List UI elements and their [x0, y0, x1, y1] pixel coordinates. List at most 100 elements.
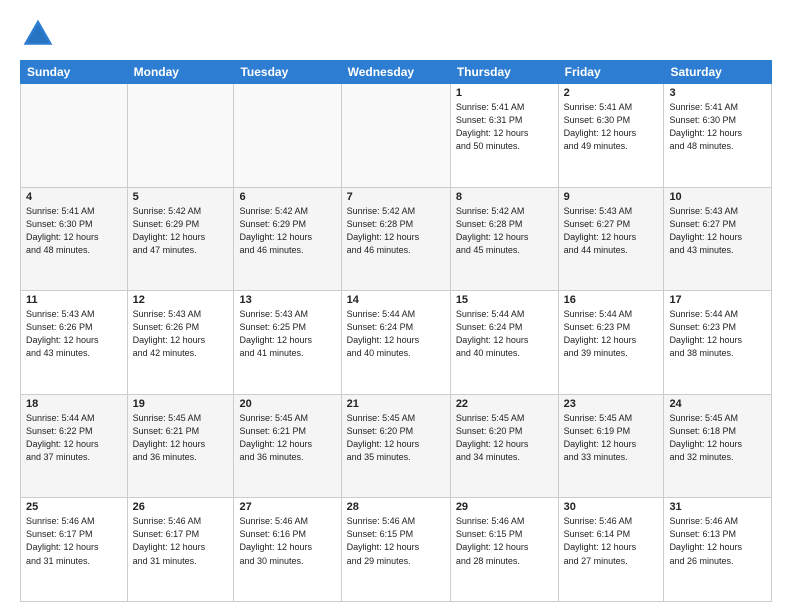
day-number: 2	[564, 87, 659, 99]
day-number: 29	[456, 501, 553, 513]
top-section	[20, 16, 772, 52]
day-number: 8	[456, 191, 553, 203]
calendar-table: SundayMondayTuesdayWednesdayThursdayFrid…	[20, 60, 772, 602]
day-cell: 19Sunrise: 5:45 AM Sunset: 6:21 PM Dayli…	[127, 394, 234, 498]
day-info: Sunrise: 5:46 AM Sunset: 6:17 PM Dayligh…	[26, 515, 122, 567]
day-number: 16	[564, 294, 659, 306]
day-info: Sunrise: 5:45 AM Sunset: 6:20 PM Dayligh…	[347, 412, 445, 464]
day-number: 31	[669, 501, 766, 513]
header-sunday: Sunday	[21, 61, 128, 84]
day-number: 30	[564, 501, 659, 513]
day-number: 25	[26, 501, 122, 513]
day-number: 20	[239, 398, 335, 410]
day-info: Sunrise: 5:43 AM Sunset: 6:26 PM Dayligh…	[26, 308, 122, 360]
header-thursday: Thursday	[450, 61, 558, 84]
day-cell: 2 Sunrise: 5:41 AM Sunset: 6:30 PM Daylig…	[558, 84, 664, 188]
week-row-0: 1 Sunrise: 5:41 AM Sunset: 6:31 PM Daylig…	[21, 84, 772, 188]
day-info: Sunrise: 5:42 AM Sunset: 6:28 PM Dayligh…	[347, 205, 445, 257]
header-row: SundayMondayTuesdayWednesdayThursdayFrid…	[21, 61, 772, 84]
day-number: 21	[347, 398, 445, 410]
day-info: Sunrise: 5:46 AM Sunset: 6:16 PM Dayligh…	[239, 515, 335, 567]
day-info: Sunrise: 5:43 AM Sunset: 6:27 PM Dayligh…	[564, 205, 659, 257]
day-number: 14	[347, 294, 445, 306]
day-number: 12	[133, 294, 229, 306]
day-cell: 6 Sunrise: 5:42 AM Sunset: 6:29 PM Daylig…	[234, 187, 341, 291]
day-cell: 23 Sunrise: 5:45 AM Sunset: 6:19 PM Dayli…	[558, 394, 664, 498]
day-cell: 10 Sunrise: 5:43 AM Sunset: 6:27 PM Dayli…	[664, 187, 772, 291]
day-number: 23	[564, 398, 659, 410]
day-cell: 18 Sunrise: 5:44 AM Sunset: 6:22 PM Dayli…	[21, 394, 128, 498]
day-cell: 5 Sunrise: 5:42 AM Sunset: 6:29 PM Daylig…	[127, 187, 234, 291]
day-number: 13	[239, 294, 335, 306]
day-number: 10	[669, 191, 766, 203]
header-friday: Friday	[558, 61, 664, 84]
day-number: 6	[239, 191, 335, 203]
day-number: 27	[239, 501, 335, 513]
day-info: Sunrise: 5:44 AM Sunset: 6:24 PM Dayligh…	[456, 308, 553, 360]
day-cell: 7Sunrise: 5:42 AM Sunset: 6:28 PM Daylig…	[341, 187, 450, 291]
day-cell: 17Sunrise: 5:44 AM Sunset: 6:23 PM Dayli…	[664, 291, 772, 395]
week-row-1: 4 Sunrise: 5:41 AM Sunset: 6:30 PM Daylig…	[21, 187, 772, 291]
day-info: Sunrise: 5:43 AM Sunset: 6:25 PM Dayligh…	[239, 308, 335, 360]
day-cell: 16 Sunrise: 5:44 AM Sunset: 6:23 PM Dayli…	[558, 291, 664, 395]
day-cell: 29Sunrise: 5:46 AM Sunset: 6:15 PM Dayli…	[450, 498, 558, 602]
day-cell: 11Sunrise: 5:43 AM Sunset: 6:26 PM Dayli…	[21, 291, 128, 395]
day-info: Sunrise: 5:44 AM Sunset: 6:24 PM Dayligh…	[347, 308, 445, 360]
day-number: 15	[456, 294, 553, 306]
day-info: Sunrise: 5:45 AM Sunset: 6:19 PM Dayligh…	[564, 412, 659, 464]
day-cell: 21 Sunrise: 5:45 AM Sunset: 6:20 PM Dayli…	[341, 394, 450, 498]
day-info: Sunrise: 5:42 AM Sunset: 6:28 PM Dayligh…	[456, 205, 553, 257]
day-info: Sunrise: 5:44 AM Sunset: 6:22 PM Dayligh…	[26, 412, 122, 464]
day-cell: 20 Sunrise: 5:45 AM Sunset: 6:21 PM Dayli…	[234, 394, 341, 498]
day-cell	[21, 84, 128, 188]
day-cell	[234, 84, 341, 188]
day-number: 5	[133, 191, 229, 203]
day-info: Sunrise: 5:42 AM Sunset: 6:29 PM Dayligh…	[133, 205, 229, 257]
week-row-3: 18 Sunrise: 5:44 AM Sunset: 6:22 PM Dayli…	[21, 394, 772, 498]
day-number: 3	[669, 87, 766, 99]
day-number: 24	[669, 398, 766, 410]
day-info: Sunrise: 5:45 AM Sunset: 6:20 PM Dayligh…	[456, 412, 553, 464]
day-number: 18	[26, 398, 122, 410]
logo	[20, 16, 60, 52]
day-number: 1	[456, 87, 553, 99]
day-cell: 1 Sunrise: 5:41 AM Sunset: 6:31 PM Daylig…	[450, 84, 558, 188]
day-number: 26	[133, 501, 229, 513]
day-cell: 12 Sunrise: 5:43 AM Sunset: 6:26 PM Dayli…	[127, 291, 234, 395]
day-info: Sunrise: 5:41 AM Sunset: 6:30 PM Dayligh…	[564, 101, 659, 153]
day-cell: 28Sunrise: 5:46 AM Sunset: 6:15 PM Dayli…	[341, 498, 450, 602]
week-row-2: 11Sunrise: 5:43 AM Sunset: 6:26 PM Dayli…	[21, 291, 772, 395]
day-number: 9	[564, 191, 659, 203]
day-info: Sunrise: 5:41 AM Sunset: 6:31 PM Dayligh…	[456, 101, 553, 153]
day-cell: 4 Sunrise: 5:41 AM Sunset: 6:30 PM Daylig…	[21, 187, 128, 291]
header-wednesday: Wednesday	[341, 61, 450, 84]
day-info: Sunrise: 5:42 AM Sunset: 6:29 PM Dayligh…	[239, 205, 335, 257]
day-info: Sunrise: 5:41 AM Sunset: 6:30 PM Dayligh…	[26, 205, 122, 257]
day-info: Sunrise: 5:44 AM Sunset: 6:23 PM Dayligh…	[564, 308, 659, 360]
day-cell: 22 Sunrise: 5:45 AM Sunset: 6:20 PM Dayli…	[450, 394, 558, 498]
day-info: Sunrise: 5:46 AM Sunset: 6:13 PM Dayligh…	[669, 515, 766, 567]
day-cell: 27 Sunrise: 5:46 AM Sunset: 6:16 PM Dayli…	[234, 498, 341, 602]
day-number: 17	[669, 294, 766, 306]
logo-icon	[20, 16, 56, 52]
day-cell	[341, 84, 450, 188]
day-info: Sunrise: 5:45 AM Sunset: 6:21 PM Dayligh…	[239, 412, 335, 464]
day-cell: 15 Sunrise: 5:44 AM Sunset: 6:24 PM Dayli…	[450, 291, 558, 395]
day-cell: 14 Sunrise: 5:44 AM Sunset: 6:24 PM Dayli…	[341, 291, 450, 395]
day-info: Sunrise: 5:46 AM Sunset: 6:17 PM Dayligh…	[133, 515, 229, 567]
header-tuesday: Tuesday	[234, 61, 341, 84]
day-cell: 26 Sunrise: 5:46 AM Sunset: 6:17 PM Dayli…	[127, 498, 234, 602]
day-info: Sunrise: 5:43 AM Sunset: 6:27 PM Dayligh…	[669, 205, 766, 257]
day-cell: 9 Sunrise: 5:43 AM Sunset: 6:27 PM Daylig…	[558, 187, 664, 291]
page: SundayMondayTuesdayWednesdayThursdayFrid…	[0, 0, 792, 612]
day-info: Sunrise: 5:43 AM Sunset: 6:26 PM Dayligh…	[133, 308, 229, 360]
day-number: 4	[26, 191, 122, 203]
day-cell: 31 Sunrise: 5:46 AM Sunset: 6:13 PM Dayli…	[664, 498, 772, 602]
day-number: 22	[456, 398, 553, 410]
day-cell: 3 Sunrise: 5:41 AM Sunset: 6:30 PM Daylig…	[664, 84, 772, 188]
day-number: 28	[347, 501, 445, 513]
week-row-4: 25 Sunrise: 5:46 AM Sunset: 6:17 PM Dayli…	[21, 498, 772, 602]
day-info: Sunrise: 5:41 AM Sunset: 6:30 PM Dayligh…	[669, 101, 766, 153]
day-cell: 13 Sunrise: 5:43 AM Sunset: 6:25 PM Dayli…	[234, 291, 341, 395]
day-cell: 30Sunrise: 5:46 AM Sunset: 6:14 PM Dayli…	[558, 498, 664, 602]
